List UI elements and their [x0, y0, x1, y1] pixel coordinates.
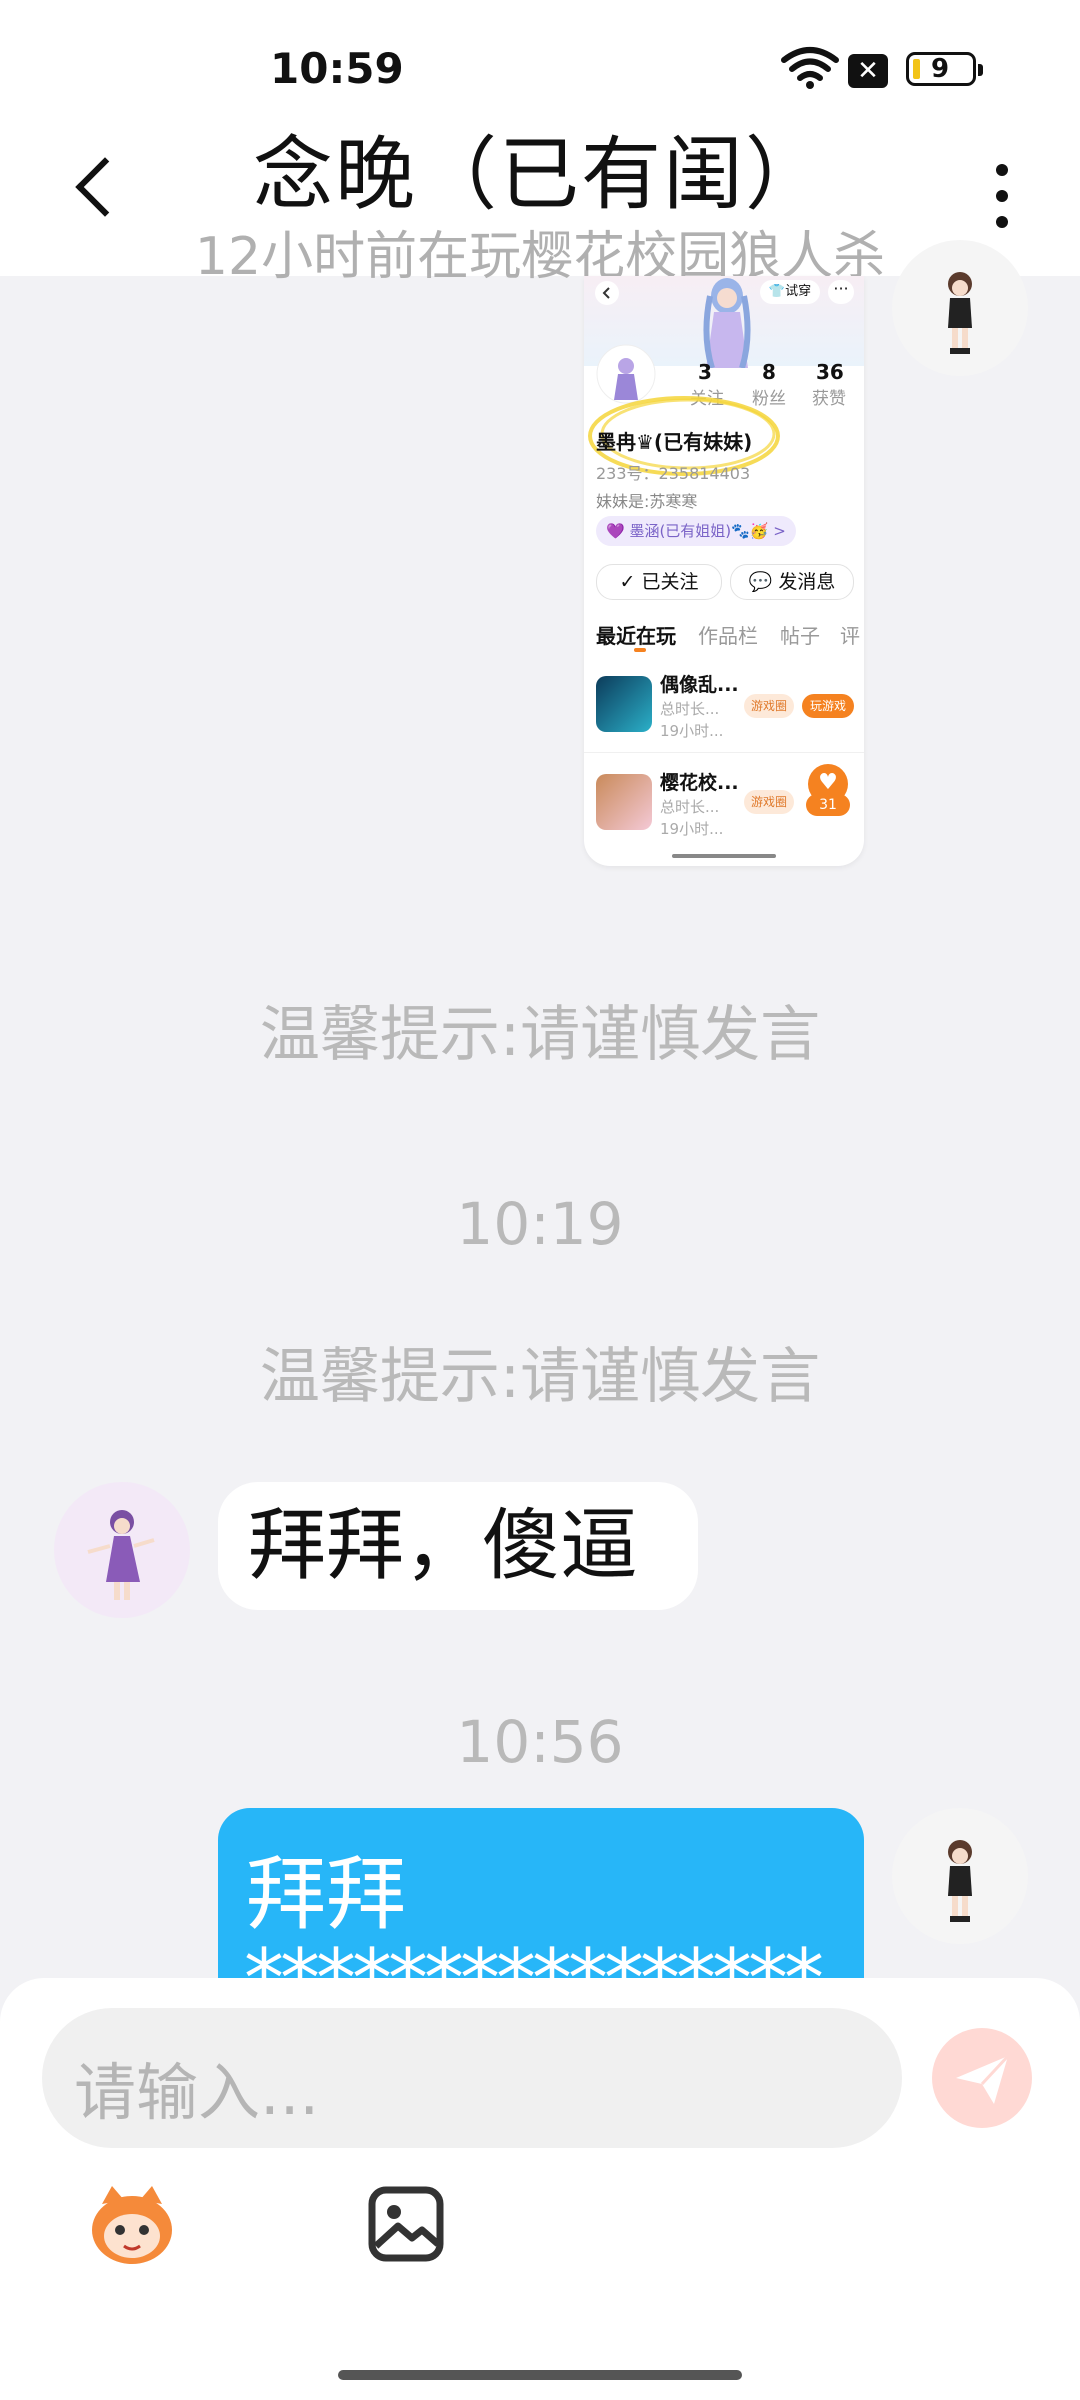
chat-bubble-icon: 💬	[748, 571, 779, 593]
game-last-time: 19小时...	[660, 722, 724, 740]
game-total-time: 总时长...	[660, 798, 720, 816]
mini-back-icon	[595, 281, 619, 305]
chat-title: 念晚（已有闺）	[253, 128, 827, 221]
stat-value: 3	[698, 360, 712, 384]
battery-level: 9	[931, 54, 950, 84]
warning-notice: 温馨提示:请谨慎发言	[259, 1342, 821, 1412]
character-figure	[703, 278, 751, 368]
message-timestamp: 10:19	[456, 1190, 624, 1258]
game-circle-tag: 游戏圈	[744, 694, 794, 718]
incoming-message-bubble[interactable]: 拜拜，傻逼	[218, 1482, 698, 1610]
followed-button: ✓ 已关注	[596, 564, 722, 600]
try-on-icon: 👕	[768, 284, 786, 299]
game-icon	[596, 774, 652, 830]
tab-posts: 帖子	[780, 624, 820, 648]
try-on-button: 👕试穿	[760, 280, 820, 304]
incoming-message-text: 拜拜，傻逼	[248, 1501, 639, 1591]
send-message-button: 💬 发消息	[730, 564, 854, 600]
emoji-mascot-icon[interactable]	[82, 2174, 182, 2274]
outgoing-message-line: 拜拜	[246, 1848, 406, 1941]
message-timestamp: 10:56	[456, 1708, 624, 1776]
send-icon	[956, 2054, 1010, 2104]
game-icon	[596, 676, 652, 732]
chat-header: 10:59 ✕ 9 念晚（已有闺） 12小时前在玩樱花校园狼人杀	[0, 0, 1080, 287]
status-bar: 10:59 ✕ 9	[0, 40, 1080, 104]
heart-icon: 💜	[606, 522, 630, 540]
like-count: 31	[806, 794, 850, 816]
tab-indicator	[634, 648, 646, 652]
sister-line: 妹妹是:苏寒寒	[596, 492, 698, 511]
play-game-button: 玩游戏	[802, 694, 854, 718]
like-badge: ♥ 31	[806, 764, 850, 818]
shared-image-message[interactable]: 👕试穿 ··· 3 关注 8 粉丝 36 获赞 墨冉♛(已有妹妹) 233号：2…	[584, 276, 864, 866]
contact-avatar[interactable]	[54, 1482, 190, 1618]
image-icon[interactable]	[356, 2174, 456, 2274]
status-time: 10:59	[270, 44, 404, 93]
send-button[interactable]	[932, 2028, 1032, 2128]
battery-icon: 9	[906, 52, 983, 86]
input-placeholder: 请输入...	[74, 2056, 320, 2129]
game-name: 偶像乱...	[660, 674, 739, 696]
tab-comments: 评	[840, 624, 860, 648]
relation-chip: 💜 墨涵(已有姐姐)🐾🥳 >	[596, 516, 796, 546]
stat-value: 8	[762, 360, 776, 384]
divider	[584, 752, 864, 753]
profile-id: 233号：235814403	[596, 464, 751, 483]
stat-label: 获赞	[812, 389, 846, 409]
home-indicator	[338, 2370, 742, 2380]
my-avatar[interactable]	[892, 240, 1028, 376]
game-circle-tag: 游戏圈	[744, 790, 794, 814]
avatar-character	[948, 272, 972, 354]
sim-off-icon: ✕	[848, 54, 888, 88]
profile-name: 墨冉♛(已有妹妹)	[596, 430, 753, 454]
my-avatar[interactable]	[892, 1808, 1028, 1944]
mini-home-indicator	[672, 854, 776, 858]
stat-value: 36	[816, 360, 844, 384]
wifi-icon	[781, 47, 839, 89]
check-icon: ✓	[619, 571, 642, 593]
tab-recent: 最近在玩	[596, 624, 676, 648]
warning-notice: 温馨提示:请谨慎发言	[259, 1000, 821, 1070]
avatar-character	[87, 1510, 155, 1600]
game-name: 樱花校...	[660, 772, 739, 794]
message-input[interactable]: 请输入...	[42, 2008, 902, 2148]
game-last-time: 19小时...	[660, 820, 724, 838]
tab-works: 作品栏	[698, 624, 758, 648]
game-total-time: 总时长...	[660, 700, 720, 718]
composer: 请输入...	[0, 1978, 1080, 2400]
mini-more-icon: ···	[828, 280, 854, 304]
avatar-character	[948, 1840, 972, 1922]
